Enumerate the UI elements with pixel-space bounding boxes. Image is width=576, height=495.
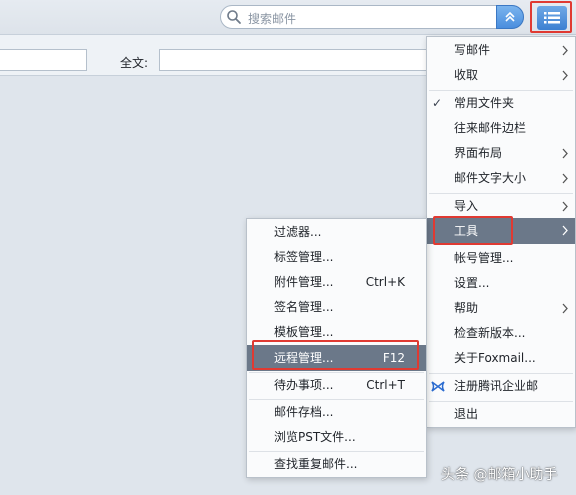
menu-item-label: 退出 (454, 407, 479, 421)
menu-item-label: 设置... (454, 276, 490, 290)
menu-item-label: 帐号管理... (454, 251, 514, 265)
menu-item-label: 浏览PST文件... (274, 430, 356, 444)
menu-item-about[interactable]: 关于Foxmail... (427, 346, 575, 371)
main-menu-button[interactable] (537, 6, 567, 30)
fulltext-input[interactable] (159, 49, 439, 71)
tools-item-archive[interactable]: 邮件存档... (247, 400, 426, 425)
tools-item-templates[interactable]: 模板管理... (247, 320, 426, 345)
chevron-right-icon (562, 45, 568, 56)
menu-item-label: 邮件存档... (274, 405, 334, 419)
menu-item-accounts[interactable]: 帐号管理... (427, 246, 575, 271)
chevron-right-icon (562, 148, 568, 159)
menu-item-label: 过滤器... (274, 225, 322, 239)
menu-item-label: 收取 (454, 68, 479, 82)
menu-item-common-folders[interactable]: ✓ 常用文件夹 (427, 91, 575, 116)
tools-item-todo[interactable]: 待办事项... Ctrl+T (247, 373, 426, 398)
menu-item-correspondence-sidebar[interactable]: 往来邮件边栏 (427, 116, 575, 141)
menu-item-shortcut: Ctrl+K (365, 275, 405, 289)
search-box[interactable]: 搜索邮件 (220, 5, 524, 29)
menu-item-label: 检查新版本... (454, 326, 526, 340)
menu-item-import[interactable]: 导入 (427, 194, 575, 219)
menu-item-label: 邮件文字大小 (454, 171, 527, 185)
menu-item-label: 界面布局 (454, 146, 503, 160)
menu-item-shortcut: F12 (382, 351, 405, 365)
menu-item-check-update[interactable]: 检查新版本... (427, 321, 575, 346)
tools-item-tags[interactable]: 标签管理... (247, 245, 426, 270)
menu-item-label: 远程管理... (274, 351, 334, 365)
tools-item-filters[interactable]: 过滤器... (247, 220, 426, 245)
title-bar: 搜索邮件 (0, 0, 576, 34)
tools-item-attachments[interactable]: 附件管理... Ctrl+K (247, 270, 426, 295)
list-menu-icon (544, 12, 560, 24)
menu-item-label: 帮助 (454, 301, 479, 315)
chevron-right-icon (562, 173, 568, 184)
tools-item-browse-pst[interactable]: 浏览PST文件... (247, 425, 426, 450)
menu-item-label: 待办事项... (274, 378, 334, 392)
tools-item-signatures[interactable]: 签名管理... (247, 295, 426, 320)
menu-item-label: 标签管理... (274, 250, 334, 264)
tools-submenu: 过滤器... 标签管理... 附件管理... Ctrl+K 签名管理... 模板… (246, 218, 427, 478)
tools-item-find-duplicates[interactable]: 查找重复邮件... (247, 452, 426, 477)
double-chevron-up-icon (505, 11, 515, 22)
main-menu: 写邮件 收取 ✓ 常用文件夹 往来邮件边栏 界面布局 邮件文字大小 导入 工具 … (426, 36, 576, 428)
menu-item-label: 导入 (454, 199, 479, 213)
menu-item-receive[interactable]: 收取 (427, 63, 575, 88)
tencent-bowtie-icon (431, 381, 445, 392)
search-input[interactable]: 搜索邮件 (248, 10, 296, 27)
menu-item-help[interactable]: 帮助 (427, 296, 575, 321)
watermark: 头条 @邮箱小助手 (441, 467, 558, 483)
menu-item-label: 常用文件夹 (454, 96, 515, 110)
chevron-right-icon (562, 70, 568, 81)
menu-item-label: 模板管理... (274, 325, 334, 339)
menu-item-compose[interactable]: 写邮件 (427, 38, 575, 63)
chevron-right-icon (562, 225, 568, 236)
search-options-button[interactable] (496, 5, 524, 29)
menu-item-label: 附件管理... (274, 275, 334, 289)
menu-item-font-size[interactable]: 邮件文字大小 (427, 166, 575, 191)
search-icon (227, 10, 241, 24)
menu-item-label: 关于Foxmail... (454, 351, 536, 365)
menu-item-label: 工具 (454, 224, 479, 238)
menu-item-label: 签名管理... (274, 300, 334, 314)
chevron-right-icon (562, 201, 568, 212)
checkmark-icon: ✓ (432, 96, 443, 110)
menu-item-settings[interactable]: 设置... (427, 271, 575, 296)
menu-item-exit[interactable]: 退出 (427, 402, 575, 427)
menu-item-shortcut: Ctrl+T (366, 378, 405, 392)
menu-item-label: 查找重复邮件... (274, 457, 358, 471)
menu-item-tools[interactable]: 工具 (427, 218, 575, 244)
menu-item-label: 注册腾讯企业邮 (454, 379, 539, 393)
menu-item-label: 写邮件 (454, 43, 491, 57)
chevron-right-icon (562, 303, 568, 314)
filter-input[interactable] (0, 49, 87, 71)
menu-item-register-tencent[interactable]: 注册腾讯企业邮 (427, 374, 575, 399)
tools-item-remote[interactable]: 远程管理... F12 (247, 345, 426, 371)
menu-item-label: 往来邮件边栏 (454, 121, 527, 135)
menu-item-layout[interactable]: 界面布局 (427, 141, 575, 166)
fulltext-label: 全文: (120, 56, 149, 70)
